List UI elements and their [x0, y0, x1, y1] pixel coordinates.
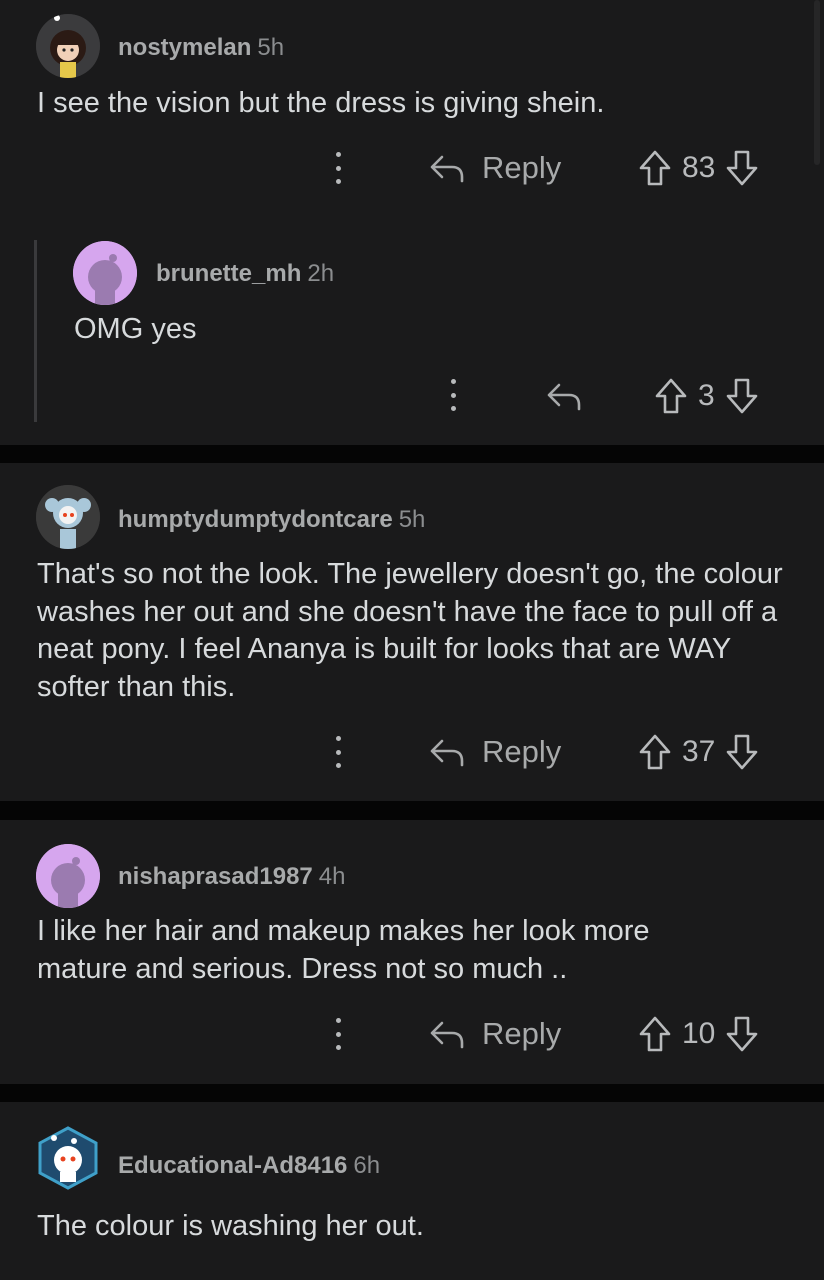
comment-text: OMG yes: [74, 313, 197, 345]
reply-label: Reply: [482, 1016, 562, 1051]
comment-card: humptydumptydontcare 5h That's so not the…: [0, 463, 824, 801]
reply-arrow-icon: [547, 383, 581, 411]
timestamp: 4h: [318, 863, 346, 890]
reply-label: Reply: [482, 150, 562, 185]
username[interactable]: nostymelan 5h: [118, 34, 284, 62]
vote-controls: 10: [638, 1014, 759, 1054]
reply-button[interactable]: [545, 378, 583, 414]
comment-card: Educational-Ad8416 6h The colour is washi…: [0, 1102, 824, 1280]
vote-controls: 3: [654, 376, 759, 416]
username[interactable]: brunette_mh 2h: [156, 260, 334, 288]
reply-arrow-icon: [430, 739, 464, 767]
upvote-arrow-icon[interactable]: [638, 733, 672, 771]
downvote-arrow-icon[interactable]: [725, 149, 759, 187]
timestamp: 5h: [398, 506, 426, 533]
comment-text: I like her hair and makeup makes her loo…: [37, 915, 650, 985]
vote-controls: 37: [638, 732, 759, 772]
avatar[interactable]: [36, 485, 100, 549]
upvote-arrow-icon[interactable]: [654, 377, 688, 415]
upvote-arrow-icon[interactable]: [638, 1015, 672, 1053]
avatar[interactable]: [36, 14, 100, 78]
comment-text: The colour is washing her out.: [37, 1210, 424, 1242]
downvote-arrow-icon[interactable]: [725, 733, 759, 771]
reply-arrow-icon: [430, 155, 464, 183]
avatar[interactable]: [36, 844, 100, 908]
avatar[interactable]: [73, 241, 137, 305]
more-options-button[interactable]: [330, 1016, 346, 1052]
more-options-button[interactable]: [330, 150, 346, 186]
more-options-icon: [445, 377, 461, 413]
reply-button[interactable]: Reply: [428, 734, 561, 770]
timestamp: 6h: [353, 1152, 381, 1179]
vote-count: 10: [682, 1017, 716, 1050]
more-options-icon: [330, 734, 346, 770]
timestamp: 2h: [307, 260, 335, 287]
more-options-icon: [330, 1016, 346, 1052]
vote-count: 83: [682, 151, 716, 184]
more-options-button[interactable]: [330, 734, 346, 770]
avatar[interactable]: [36, 1126, 100, 1190]
reply-label: Reply: [482, 734, 562, 769]
comment-text: That's so not the look. The jewellery do…: [37, 558, 783, 703]
reply-button[interactable]: Reply: [428, 1016, 561, 1052]
reply-arrow-icon: [430, 1021, 464, 1049]
vote-controls: 83: [638, 148, 759, 188]
upvote-arrow-icon[interactable]: [638, 149, 672, 187]
thread-line[interactable]: [34, 240, 37, 422]
vote-count: 3: [698, 379, 715, 412]
scrollbar[interactable]: [814, 0, 820, 165]
downvote-arrow-icon[interactable]: [725, 1015, 759, 1053]
vote-count: 37: [682, 735, 716, 768]
downvote-arrow-icon[interactable]: [725, 377, 759, 415]
comment-card: nishaprasad1987 4h I like her hair and ma…: [0, 820, 824, 1084]
comment-text: I see the vision but the dress is giving…: [37, 87, 605, 119]
more-options-icon: [330, 150, 346, 186]
username[interactable]: nishaprasad1987 4h: [118, 863, 345, 891]
username[interactable]: humptydumptydontcare 5h: [118, 506, 425, 534]
username[interactable]: Educational-Ad8416 6h: [118, 1152, 380, 1180]
more-options-button[interactable]: [445, 377, 461, 413]
reply-button[interactable]: Reply: [428, 150, 561, 186]
timestamp: 5h: [257, 34, 285, 61]
comment-card: nostymelan 5h I see the vision but the dr…: [0, 0, 824, 445]
